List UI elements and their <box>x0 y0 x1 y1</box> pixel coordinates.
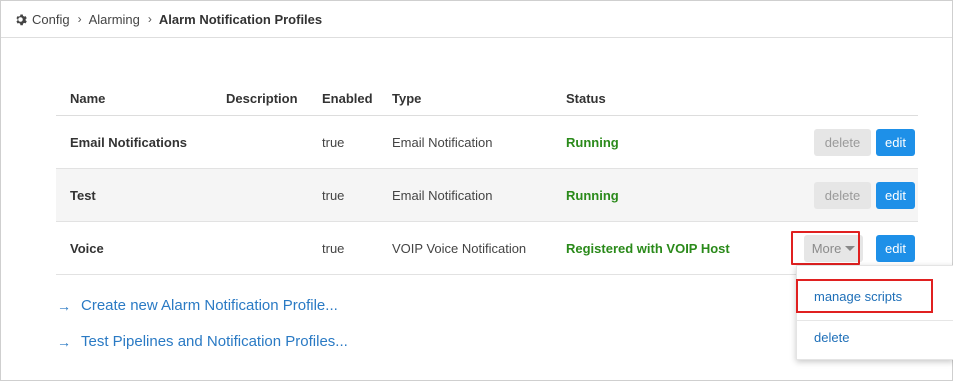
breadcrumb-separator: › <box>147 12 152 26</box>
manage-scripts-highlight <box>796 279 933 313</box>
header-name: Name <box>70 90 106 106</box>
header-enabled: Enabled <box>322 90 373 106</box>
profile-status: Running <box>566 134 619 150</box>
breadcrumb-separator: › <box>77 12 82 26</box>
more-button-highlight <box>791 231 860 265</box>
breadcrumb-current: Alarm Notification Profiles <box>158 11 323 27</box>
create-profile-link[interactable]: → Create new Alarm Notification Profile.… <box>57 297 338 314</box>
profile-enabled: true <box>322 240 345 256</box>
arrow-right-icon: → <box>57 333 71 350</box>
profile-enabled: true <box>322 134 345 150</box>
header-status: Status <box>566 90 606 106</box>
arrow-right-icon: → <box>57 297 71 314</box>
delete-button[interactable]: delete <box>814 128 871 156</box>
header-type: Type <box>392 90 422 106</box>
header-description: Description <box>226 90 298 106</box>
breadcrumb-config[interactable]: Config <box>32 12 70 27</box>
table-header: Name Description Enabled Type Status <box>56 81 918 116</box>
create-profile-label: Create new Alarm Notification Profile... <box>81 297 338 314</box>
profile-name: Voice <box>70 240 104 256</box>
breadcrumb: Config › Alarming › Alarm Notification P… <box>1 1 952 38</box>
page-frame: Config › Alarming › Alarm Notification P… <box>0 0 953 381</box>
profile-status: Registered with VOIP Host <box>566 240 730 256</box>
menu-item-delete[interactable]: delete <box>797 320 953 354</box>
table-row: Test true Email Notification Running del… <box>56 169 918 222</box>
profile-type: Email Notification <box>392 134 493 150</box>
profile-enabled: true <box>322 187 345 203</box>
edit-button[interactable]: edit <box>876 234 915 262</box>
table-row: Voice true VOIP Voice Notification Regis… <box>56 222 918 275</box>
edit-button[interactable]: edit <box>876 128 915 156</box>
table-row: Email Notifications true Email Notificat… <box>56 116 918 169</box>
test-pipelines-label: Test Pipelines and Notification Profiles… <box>81 333 348 350</box>
gear-icon <box>14 13 27 26</box>
row-actions: delete edit <box>800 169 915 221</box>
profile-status: Running <box>566 187 619 203</box>
profile-name: Email Notifications <box>70 134 188 150</box>
edit-button[interactable]: edit <box>876 181 915 209</box>
row-actions: delete edit <box>800 116 915 168</box>
delete-button[interactable]: delete <box>814 181 871 209</box>
profile-type: VOIP Voice Notification <box>392 240 527 256</box>
profile-name: Test <box>70 187 96 203</box>
profiles-table: Name Description Enabled Type Status Ema… <box>56 81 918 275</box>
breadcrumb-alarming[interactable]: Alarming <box>89 12 140 27</box>
profile-type: Email Notification <box>392 187 493 203</box>
test-pipelines-link[interactable]: → Test Pipelines and Notification Profil… <box>57 333 348 350</box>
